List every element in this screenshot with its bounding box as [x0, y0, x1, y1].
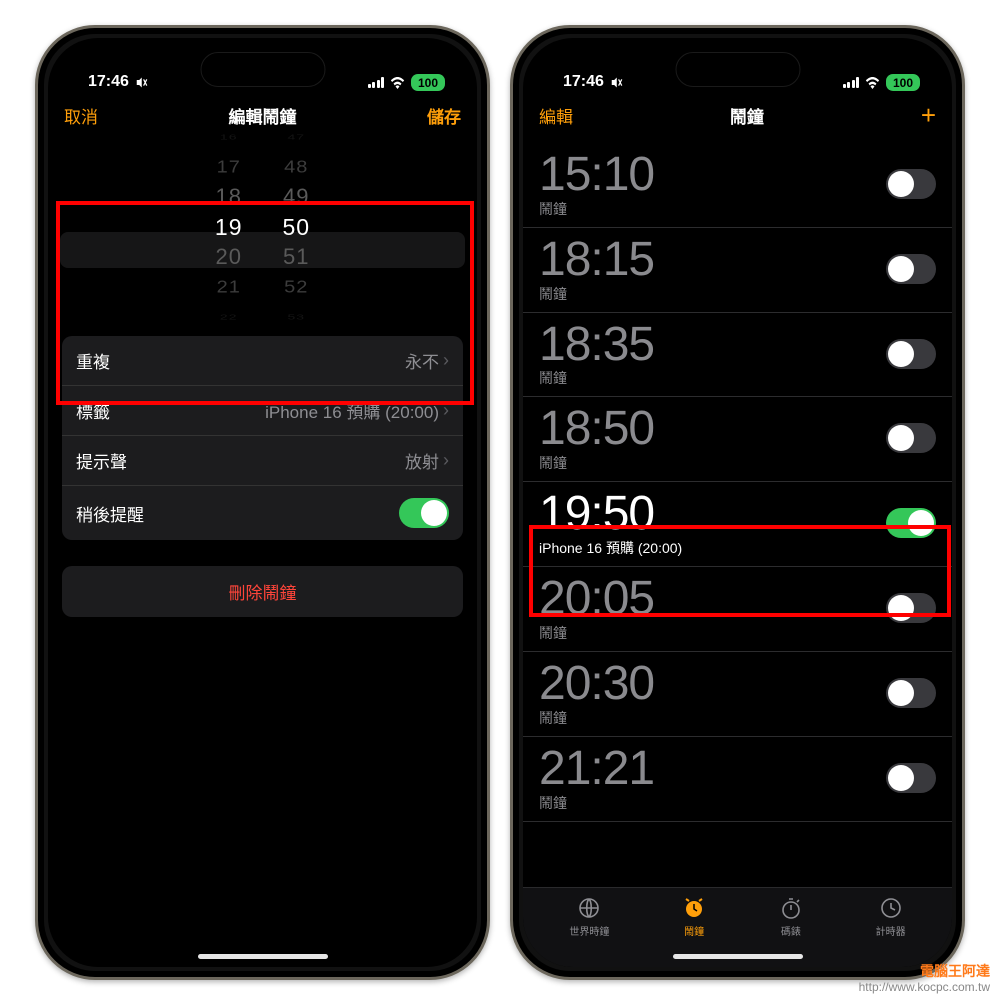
alarm-toggle[interactable] [886, 593, 936, 623]
alarm-toggle[interactable] [886, 339, 936, 369]
snooze-label: 稍後提醒 [76, 501, 144, 526]
cell-signal-icon [843, 77, 860, 88]
dynamic-island [675, 52, 800, 87]
alarm-time: 19:50 [539, 488, 682, 540]
alarm-row[interactable]: 20:30鬧鐘 [523, 652, 952, 737]
alarm-time: 15:10 [539, 149, 654, 201]
repeat-row[interactable]: 重複 永不› [62, 336, 463, 385]
alarm-settings: 重複 永不› 標籤 iPhone 16 預購 (20:00)› 提示聲 放射› … [62, 336, 463, 540]
alarm-row[interactable]: 20:05鬧鐘 [523, 567, 952, 652]
snooze-toggle[interactable] [399, 498, 449, 528]
alarm-toggle[interactable] [886, 508, 936, 538]
phone-edit-alarm: 17:46 100 取消 編輯鬧鐘 儲存 16 17 18 19 20 21 2… [35, 25, 490, 980]
dynamic-island [200, 52, 325, 87]
alarm-toggle[interactable] [886, 169, 936, 199]
alarm-row[interactable]: 21:21鬧鐘 [523, 737, 952, 822]
status-time: 17:46 [88, 73, 129, 91]
alarm-label: iPhone 16 預購 (20:00) [539, 538, 682, 558]
watermark: 電腦王阿達 http://www.kocpc.com.tw [859, 963, 990, 994]
hour-wheel[interactable]: 16 17 18 19 20 21 22 [215, 122, 243, 342]
add-alarm-button[interactable]: + [921, 102, 936, 128]
label-label: 標籤 [76, 398, 110, 423]
alarm-icon [682, 896, 706, 920]
repeat-label: 重複 [76, 348, 110, 373]
time-picker[interactable]: 16 17 18 19 20 21 22 47 48 49 50 51 52 5… [48, 142, 477, 322]
alarms-list[interactable]: 15:10鬧鐘18:15鬧鐘18:35鬧鐘18:50鬧鐘19:50iPhone … [523, 137, 952, 887]
battery-indicator: 100 [411, 74, 445, 91]
alarm-label: 鬧鐘 [539, 453, 654, 473]
alarm-label: 鬧鐘 [539, 623, 654, 643]
chevron-right-icon: › [443, 450, 449, 471]
globe-icon [577, 896, 601, 920]
alarm-time: 18:15 [539, 234, 654, 286]
tab-world-clock[interactable]: 世界時鐘 [569, 896, 609, 967]
tab-timer[interactable]: 計時器 [876, 896, 906, 967]
home-indicator[interactable] [198, 954, 328, 959]
alarm-time: 18:35 [539, 319, 654, 371]
mute-icon [608, 75, 623, 90]
alarm-row[interactable]: 18:35鬧鐘 [523, 313, 952, 398]
alarm-label: 鬧鐘 [539, 793, 654, 813]
alarm-label: 鬧鐘 [539, 368, 654, 388]
alarm-label: 鬧鐘 [539, 284, 654, 304]
cell-signal-icon [368, 77, 385, 88]
timer-icon [879, 896, 903, 920]
alarm-row[interactable]: 15:10鬧鐘 [523, 143, 952, 228]
status-time: 17:46 [563, 73, 604, 91]
edit-button[interactable]: 編輯 [539, 103, 573, 128]
alarm-time: 20:30 [539, 658, 654, 710]
alarm-row[interactable]: 18:50鬧鐘 [523, 397, 952, 482]
alarm-toggle[interactable] [886, 254, 936, 284]
delete-alarm-button[interactable]: 刪除鬧鐘 [62, 566, 463, 617]
alarm-time: 18:50 [539, 403, 654, 455]
alarm-toggle[interactable] [886, 763, 936, 793]
label-row[interactable]: 標籤 iPhone 16 預購 (20:00)› [62, 385, 463, 435]
alarm-toggle[interactable] [886, 423, 936, 453]
wifi-icon [864, 77, 881, 89]
nav-bar: 編輯 鬧鐘 + [523, 93, 952, 137]
alarm-time: 20:05 [539, 573, 654, 625]
battery-indicator: 100 [886, 74, 920, 91]
alarm-label: 鬧鐘 [539, 199, 654, 219]
stopwatch-icon [779, 896, 803, 920]
minute-wheel[interactable]: 47 48 49 50 51 52 53 [283, 122, 311, 342]
sound-row[interactable]: 提示聲 放射› [62, 435, 463, 485]
alarm-row[interactable]: 19:50iPhone 16 預購 (20:00) [523, 482, 952, 567]
nav-title: 鬧鐘 [730, 103, 764, 128]
mute-icon [133, 75, 148, 90]
wifi-icon [389, 77, 406, 89]
alarm-label: 鬧鐘 [539, 708, 654, 728]
sound-label: 提示聲 [76, 448, 127, 473]
chevron-right-icon: › [443, 350, 449, 371]
chevron-right-icon: › [443, 400, 449, 421]
home-indicator[interactable] [673, 954, 803, 959]
alarm-toggle[interactable] [886, 678, 936, 708]
snooze-row: 稍後提醒 [62, 485, 463, 540]
alarm-time: 21:21 [539, 743, 654, 795]
alarm-row[interactable]: 18:15鬧鐘 [523, 228, 952, 313]
phone-alarm-list: 17:46 100 編輯 鬧鐘 + 15:10鬧鐘18:15鬧鐘18:35鬧鐘1… [510, 25, 965, 980]
